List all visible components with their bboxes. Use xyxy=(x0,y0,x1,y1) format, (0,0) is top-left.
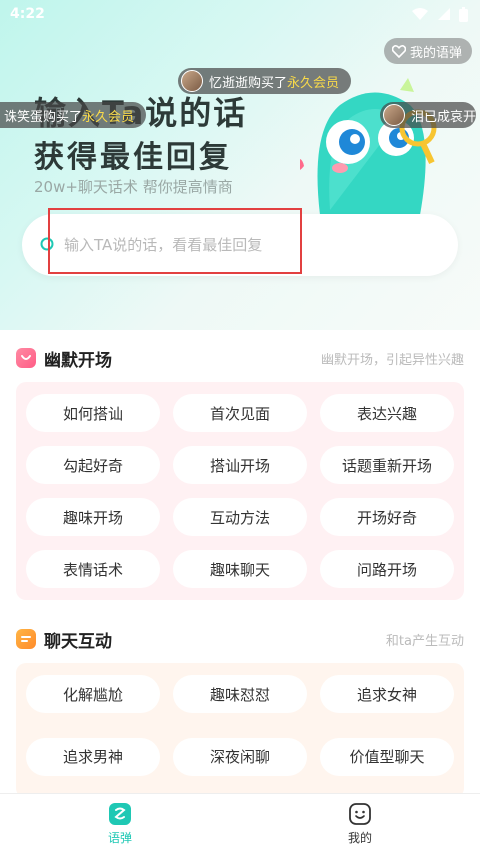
topic-chip[interactable]: 勾起好奇 xyxy=(26,446,160,484)
smiley-icon xyxy=(349,802,371,825)
battery-icon xyxy=(459,6,468,22)
hero-subtitle: 20w+聊天话术 帮你提高情商 xyxy=(34,178,233,196)
ticker-text: 忆逝逝购买了永久会员 xyxy=(209,75,340,91)
section-hint: 幽默开场，引起异性兴趣 xyxy=(320,352,464,368)
topic-chip[interactable]: 趣味聊天 xyxy=(173,550,307,588)
topic-chip[interactable]: 开场好奇 xyxy=(320,498,454,536)
topic-chip[interactable]: 价值型聊天 xyxy=(320,737,454,776)
status-icons xyxy=(411,6,468,22)
purchase-ticker: 泪已成哀开 xyxy=(380,102,477,128)
ticker-text: 泪已成哀开 xyxy=(411,109,477,125)
topic-chip[interactable]: 追求女神 xyxy=(320,675,454,713)
avatar xyxy=(383,104,405,126)
nav-label: 语弹 xyxy=(107,830,132,845)
topic-chip[interactable]: 首次见面 xyxy=(173,394,307,432)
topic-chip[interactable]: 表达兴趣 xyxy=(320,394,454,432)
heart-icon xyxy=(391,44,406,58)
topic-chip[interactable]: 趣味开场 xyxy=(26,498,160,536)
purchase-ticker: 诛笑蛋购买了永久会员 xyxy=(0,102,147,128)
wifi-icon xyxy=(412,8,428,20)
section-title: 聊天互动 xyxy=(44,631,112,652)
hero-title-line2: 获得最佳回复 xyxy=(34,140,232,175)
signal-icon xyxy=(438,8,450,20)
topic-chip[interactable]: 趣味怼怼 xyxy=(173,675,307,713)
search-bar[interactable] xyxy=(22,214,458,276)
danmu-tab-icon xyxy=(109,802,131,825)
search-input[interactable] xyxy=(64,236,424,254)
chip-panel-chat-interaction: 化解尴尬 趣味怼怼 追求女神 追求男神 深夜闲聊 价值型聊天 xyxy=(16,663,464,798)
chip-panel-humor-opening: 如何搭讪 首次见面 表达兴趣 勾起好奇 搭讪开场 话题重新开场 趣味开场 互动方… xyxy=(16,382,464,600)
topic-chip[interactable]: 搭讪开场 xyxy=(173,446,307,484)
nav-tab-danmu[interactable]: 语弹 xyxy=(0,794,240,853)
topic-chip[interactable]: 表情话术 xyxy=(26,550,160,588)
humor-section-icon xyxy=(16,348,36,368)
nav-label: 我的 xyxy=(347,830,372,845)
topic-chip[interactable]: 深夜闲聊 xyxy=(173,737,307,776)
ticker-text: 诛笑蛋购买了永久会员 xyxy=(4,109,135,125)
chat-section-icon xyxy=(16,629,36,649)
topic-chip[interactable]: 互动方法 xyxy=(173,498,307,536)
avatar xyxy=(181,70,203,92)
my-danmu-button[interactable]: 我的语弹 xyxy=(383,38,472,64)
section-header-humor-opening: 幽默开场 幽默开场，引起异性兴趣 xyxy=(16,343,464,373)
nav-tab-mine[interactable]: 我的 xyxy=(240,794,480,853)
topic-chip[interactable]: 化解尴尬 xyxy=(26,675,160,713)
purchase-ticker: 忆逝逝购买了永久会员 xyxy=(178,68,352,94)
topic-chip[interactable]: 如何搭讪 xyxy=(26,394,160,432)
section-header-chat-interaction: 聊天互动 和ta产生互动 xyxy=(16,624,464,654)
section-title: 幽默开场 xyxy=(44,350,112,371)
status-time: 4:22 xyxy=(10,6,45,22)
topic-chip[interactable]: 问路开场 xyxy=(320,550,454,588)
my-danmu-label: 我的语弹 xyxy=(409,45,462,61)
search-icon xyxy=(40,237,54,251)
bottom-nav: 语弹 我的 xyxy=(0,793,480,853)
section-hint: 和ta产生互动 xyxy=(385,633,464,649)
topic-chip[interactable]: 话题重新开场 xyxy=(320,446,454,484)
status-bar: 4:22 xyxy=(0,0,480,28)
topic-chip[interactable]: 追求男神 xyxy=(26,737,160,776)
